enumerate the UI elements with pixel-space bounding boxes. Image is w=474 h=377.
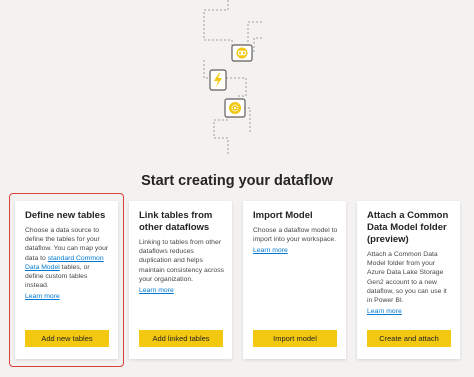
card-description: Attach a Common Data Model folder from y… — [367, 251, 447, 305]
card-title: Attach a Common Data Model folder (previ… — [367, 210, 449, 245]
link-node — [231, 44, 253, 62]
learn-more-link[interactable]: Learn more — [367, 307, 452, 316]
import-model-button[interactable]: Import model — [253, 330, 337, 347]
card-link-tables: Link tables from other dataflows Linking… — [129, 201, 232, 359]
add-linked-tables-button[interactable]: Add linked tables — [139, 330, 223, 347]
card-attach-cdm-folder: Attach a Common Data Model folder (previ… — [357, 201, 460, 359]
card-title: Link tables from other dataflows — [139, 210, 213, 233]
highlight-box — [9, 193, 124, 367]
dataflow-illustration — [203, 0, 262, 156]
card-title: Import Model — [253, 210, 313, 221]
card-description: Linking to tables from other dataflows r… — [139, 239, 224, 283]
page-title: Start creating your dataflow — [141, 173, 333, 189]
learn-more-link[interactable]: Learn more — [253, 246, 338, 255]
gear-node — [224, 98, 246, 118]
card-description: Choose a dataflow model to import into y… — [253, 227, 338, 244]
learn-more-link[interactable]: Learn more — [139, 286, 224, 295]
lightning-node — [209, 69, 227, 91]
create-and-attach-button[interactable]: Create and attach — [367, 330, 451, 347]
card-import-model: Import Model Choose a dataflow model to … — [243, 201, 346, 359]
